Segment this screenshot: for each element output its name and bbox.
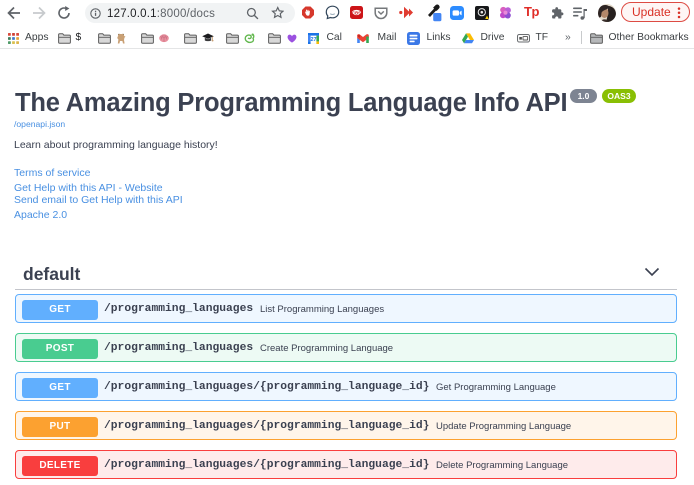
- svg-text:CBS: CBS: [352, 10, 361, 15]
- svg-text:27: 27: [311, 37, 317, 43]
